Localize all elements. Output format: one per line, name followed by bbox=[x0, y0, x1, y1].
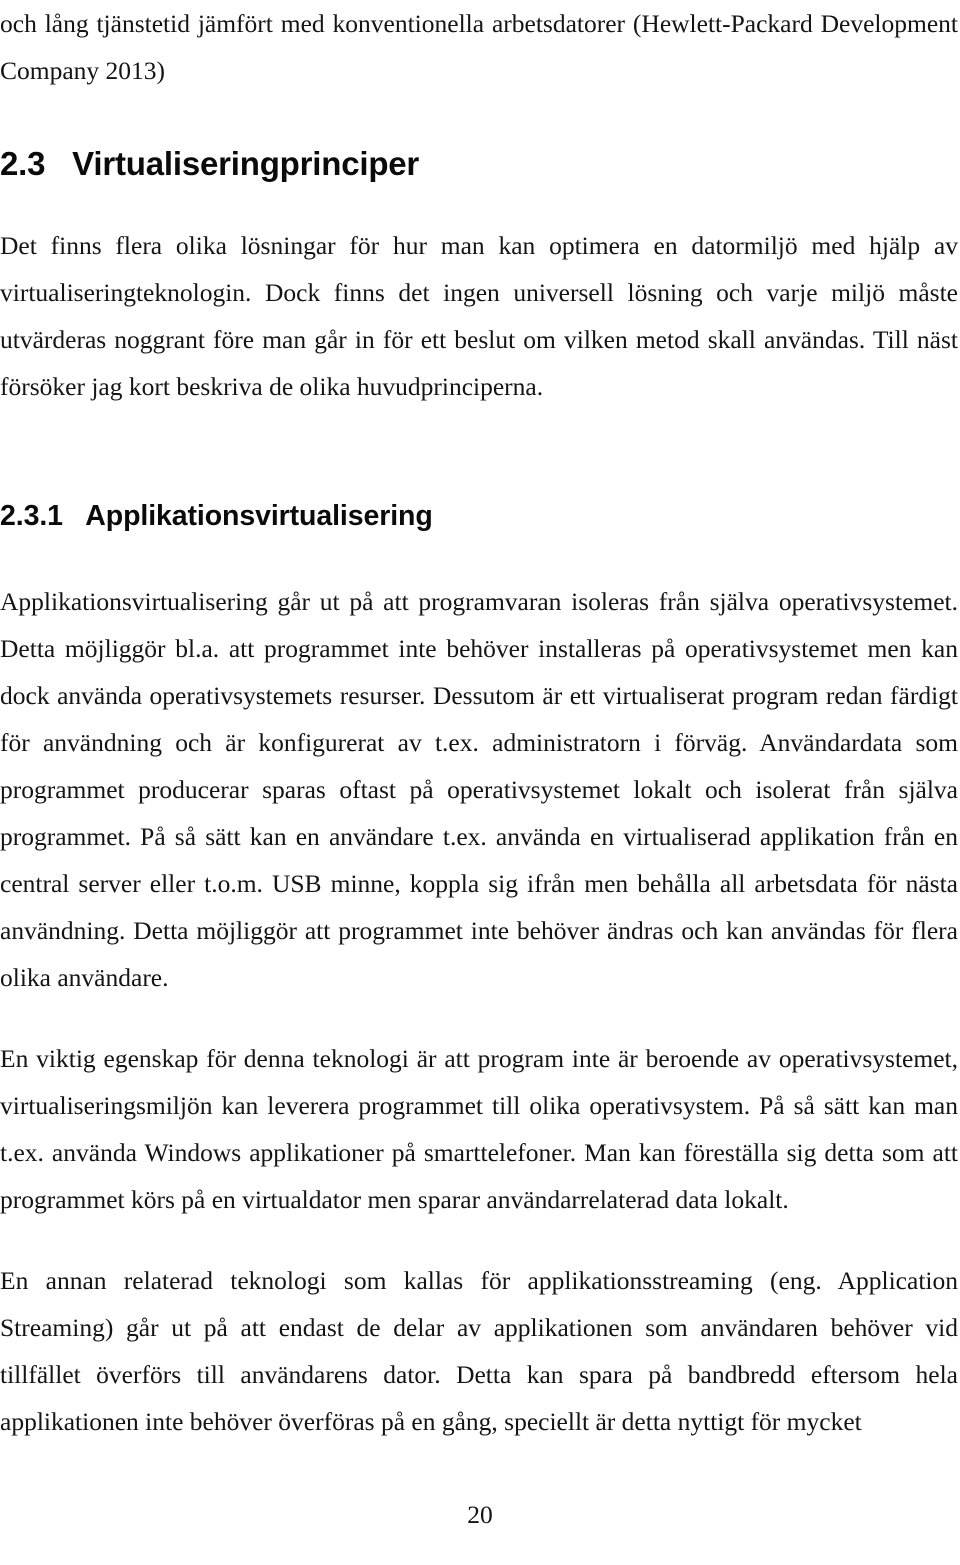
page-number: 20 bbox=[467, 1500, 493, 1529]
continued-paragraph: och lång tjänstetid jämfört med konventi… bbox=[0, 9, 958, 85]
paragraph-os-independence: En viktig egenskap för denna teknologi ä… bbox=[0, 1044, 958, 1214]
section-intro-paragraph: Det finns flera olika lösningar för hur … bbox=[0, 231, 958, 401]
paragraph-application-virtualization: Applikationsvirtualisering går ut på att… bbox=[0, 587, 958, 992]
spacer-after-subsection-heading bbox=[0, 534, 958, 578]
spacer-after-section-heading bbox=[0, 184, 958, 222]
paragraph-application-streaming: En annan relaterad teknologi som kallas … bbox=[0, 1266, 958, 1436]
spacer-before-subsection-heading bbox=[0, 410, 958, 498]
subsection-heading-2-3-1: 2.3.1 Applikationsvirtualisering bbox=[0, 500, 433, 532]
spacer-before-section-heading bbox=[0, 94, 958, 144]
spacer-paragraph-1 bbox=[0, 1001, 958, 1035]
spacer-paragraph-2 bbox=[0, 1223, 958, 1257]
section-heading-2-3: 2.3 Virtualiseringprinciper bbox=[0, 145, 420, 182]
document-page: och lång tjänstetid jämfört med konventi… bbox=[0, 0, 960, 1565]
page-content: och lång tjänstetid jämfört med konventi… bbox=[0, 0, 958, 1445]
